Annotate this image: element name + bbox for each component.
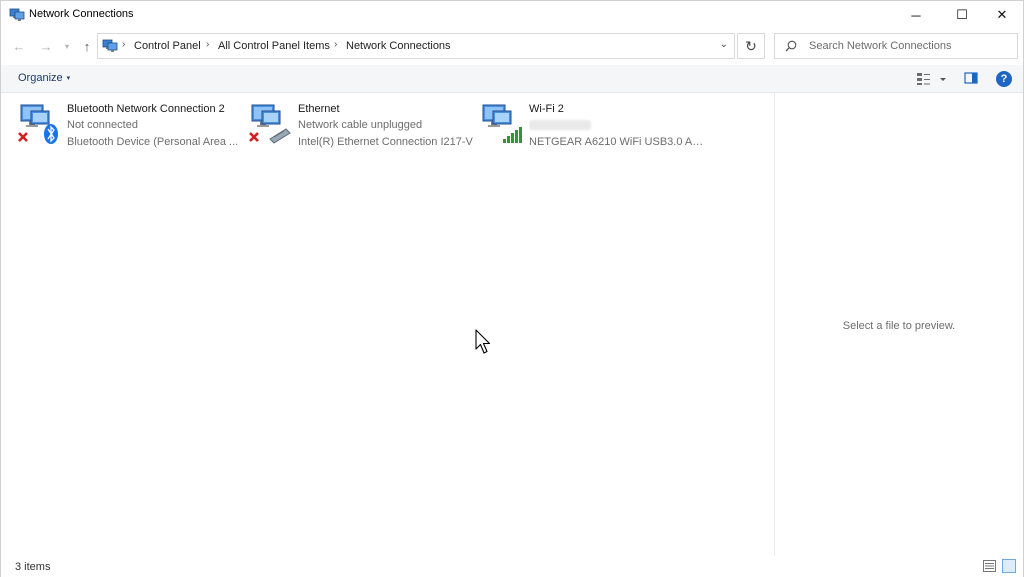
connection-device: Intel(R) Ethernet Connection I217-V — [298, 136, 473, 148]
organize-menu-button[interactable]: Organize ▾ — [18, 72, 70, 84]
preview-pane-icon[interactable] — [964, 71, 978, 85]
caret-down-icon: ▾ — [66, 75, 71, 82]
connection-name: Ethernet — [298, 103, 340, 115]
breadcrumb-control-panel[interactable]: Control Panel — [134, 40, 201, 52]
preview-pane: Select a file to preview. — [775, 93, 1023, 556]
organize-label: Organize — [18, 72, 63, 84]
connection-status-redacted — [529, 117, 709, 134]
ethernet-network-icon — [249, 104, 291, 144]
recent-locations-button[interactable]: ▾ — [61, 37, 73, 55]
item-count: 3 items — [15, 561, 51, 573]
navigation-bar: ← → ▾ ↑ › Control Panel › All Control Pa… — [1, 31, 1023, 61]
chevron-right-icon[interactable]: › — [206, 39, 209, 50]
list-item[interactable]: Ethernet Network cable unplugged Intel(R… — [248, 99, 476, 149]
minimize-button[interactable]: ─ — [893, 1, 939, 29]
title-bar[interactable]: Network Connections ─ ☐ ✕ — [1, 1, 1023, 29]
mouse-cursor-icon — [475, 329, 491, 354]
forward-button[interactable]: → — [37, 37, 55, 55]
back-button[interactable]: ← — [10, 37, 28, 55]
redacted-network-name — [529, 120, 591, 131]
connection-status: Network cable unplugged — [298, 119, 423, 131]
connections-list[interactable]: Bluetooth Network Connection 2 Not conne… — [1, 93, 773, 556]
chevron-right-icon[interactable]: › — [122, 39, 125, 50]
search-icon — [785, 40, 797, 52]
connection-status: Not connected — [67, 119, 138, 131]
list-item[interactable]: Bluetooth Network Connection 2 Not conne… — [17, 99, 245, 149]
refresh-button[interactable]: ↻ — [737, 33, 765, 59]
search-input[interactable] — [809, 38, 1009, 54]
status-bar: 3 items — [1, 556, 1023, 577]
bluetooth-network-icon — [18, 104, 58, 144]
network-connections-icon — [9, 8, 25, 21]
wifi-network-icon — [482, 104, 522, 143]
address-bar[interactable]: › Control Panel › All Control Panel Item… — [97, 33, 735, 59]
preview-message: Select a file to preview. — [842, 320, 956, 332]
connection-device: Bluetooth Device (Personal Area ... — [67, 136, 239, 148]
list-item[interactable]: Wi-Fi 2 NETGEAR A6210 WiFi USB3.0 Ada... — [479, 99, 709, 151]
chevron-right-icon[interactable]: › — [334, 39, 337, 50]
search-box[interactable] — [774, 33, 1018, 59]
command-bar: Organize ▾ ? — [1, 65, 1023, 93]
connection-name: Bluetooth Network Connection 2 — [67, 103, 225, 115]
change-view-icon[interactable] — [915, 71, 947, 87]
connection-device: NETGEAR A6210 WiFi USB3.0 Ada... — [529, 136, 709, 148]
breadcrumb-network-connections[interactable]: Network Connections — [346, 40, 451, 52]
item-details: Bluetooth Network Connection 2 Not conne… — [67, 101, 247, 151]
item-details: Wi-Fi 2 NETGEAR A6210 WiFi USB3.0 Ada... — [529, 101, 709, 151]
details-view-icon[interactable] — [983, 560, 996, 572]
network-connections-window: Network Connections ─ ☐ ✕ ← → ▾ ↑ › Cont… — [0, 0, 1024, 577]
network-connections-icon — [102, 39, 118, 52]
tiles-view-icon[interactable] — [1002, 559, 1016, 573]
chevron-down-icon[interactable]: ⌄ — [720, 39, 728, 50]
help-icon[interactable]: ? — [996, 71, 1012, 87]
item-details: Ethernet Network cable unplugged Intel(R… — [298, 101, 478, 151]
close-button[interactable]: ✕ — [979, 1, 1024, 29]
up-button[interactable]: ↑ — [78, 37, 96, 55]
connection-name: Wi-Fi 2 — [529, 103, 564, 115]
window-title: Network Connections — [29, 8, 134, 20]
breadcrumb-all-control-panel-items[interactable]: All Control Panel Items — [218, 40, 330, 52]
